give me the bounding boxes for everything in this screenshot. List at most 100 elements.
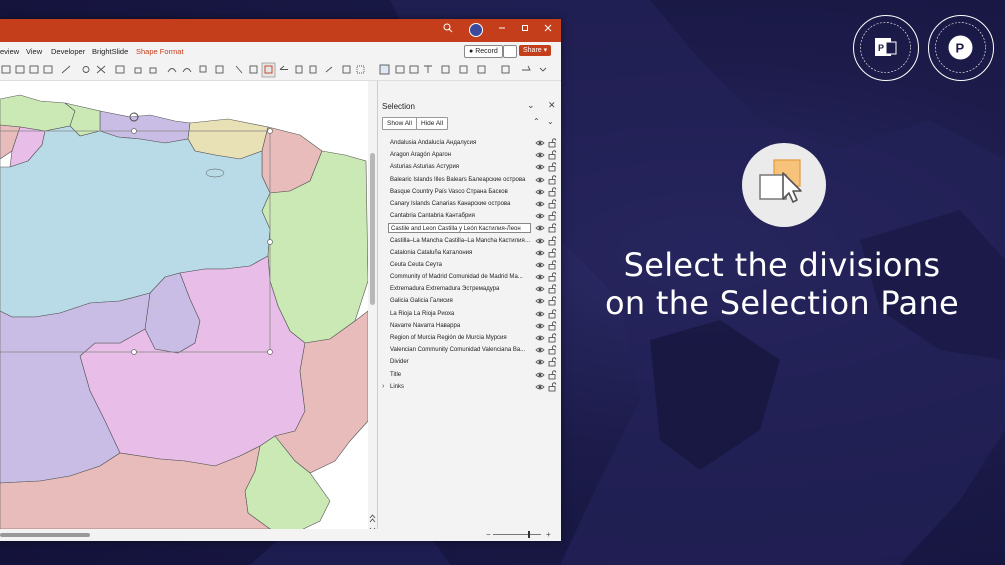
selection-list-item[interactable]: Community of Madrid Comunidad de Madrid … xyxy=(386,271,558,283)
avatar[interactable] xyxy=(469,23,483,37)
visibility-eye-icon[interactable] xyxy=(535,138,545,148)
ribbon-icons[interactable] xyxy=(0,60,561,80)
selection-item-label[interactable]: Galicia Galicia Галисия xyxy=(388,296,531,306)
lock-icon[interactable] xyxy=(548,260,557,270)
selection-list-item[interactable]: Asturias Asturias Астурия xyxy=(386,161,558,173)
selection-list-item[interactable]: Castilla–La Mancha Castilla–La Mancha Ка… xyxy=(386,235,558,247)
lock-icon[interactable] xyxy=(548,382,557,392)
send-backward-icon[interactable]: ⌄ xyxy=(547,117,554,126)
visibility-eye-icon[interactable] xyxy=(535,223,545,233)
close-pane-icon[interactable]: ✕ xyxy=(548,100,556,111)
selection-item-label[interactable]: Navarre Navarra Наварра xyxy=(388,321,531,331)
restore-icon[interactable] xyxy=(518,23,532,37)
spain-map[interactable] xyxy=(0,81,368,529)
tab-shape-format[interactable]: Shape Format xyxy=(136,47,184,56)
selection-item-label[interactable]: Title xyxy=(388,370,531,380)
visibility-eye-icon[interactable] xyxy=(535,321,545,331)
selection-item-label[interactable]: Links xyxy=(388,382,531,392)
record-button[interactable]: ● Record xyxy=(464,45,503,58)
selection-item-label[interactable]: Castile and Leon Castilla y León Кастили… xyxy=(388,223,531,234)
selection-item-label[interactable]: Divider xyxy=(388,357,531,367)
selection-item-label[interactable]: Catalonia Cataluña Каталония xyxy=(388,248,531,258)
selection-list-item[interactable]: Galicia Galicia Галисия xyxy=(386,295,558,307)
minimize-icon[interactable] xyxy=(495,23,509,37)
visibility-eye-icon[interactable] xyxy=(535,150,545,160)
selection-item-label[interactable]: Balearic Islands Illes Balears Балеарски… xyxy=(388,175,531,185)
visibility-eye-icon[interactable] xyxy=(535,211,545,221)
selection-list-item[interactable]: Extremadura Extremadura Эстремадура xyxy=(386,283,558,295)
selection-item-label[interactable]: Region of Murcia Región de Murcia Мурсия xyxy=(388,333,531,343)
visibility-eye-icon[interactable] xyxy=(535,309,545,319)
horizontal-scroll-thumb[interactable] xyxy=(0,533,90,537)
horizontal-scrollbar[interactable] xyxy=(0,529,368,541)
lock-icon[interactable] xyxy=(548,235,557,246)
lock-icon[interactable] xyxy=(548,321,557,331)
lock-icon[interactable] xyxy=(548,174,557,185)
search-icon[interactable] xyxy=(441,23,455,37)
lock-icon[interactable] xyxy=(548,369,557,380)
selection-list-item[interactable]: La Rioja La Rioja Риоха xyxy=(386,308,558,320)
selection-list-item[interactable]: › Links xyxy=(382,381,558,393)
lock-icon[interactable] xyxy=(548,272,557,282)
lock-icon[interactable] xyxy=(548,223,557,233)
tab-view[interactable]: View xyxy=(26,47,42,56)
lock-icon[interactable] xyxy=(548,150,557,160)
selection-item-label[interactable]: Ceuta Ceuta Сеута xyxy=(388,260,531,270)
lock-icon[interactable] xyxy=(548,187,557,197)
selection-list-item[interactable]: Andalusia Andalucía Андалусия xyxy=(386,137,558,149)
selection-list-item[interactable]: Castile and Leon Castilla y León Кастили… xyxy=(386,222,558,234)
visibility-eye-icon[interactable] xyxy=(535,162,545,172)
tab-brightslide[interactable]: BrightSlide xyxy=(92,47,128,56)
visibility-eye-icon[interactable] xyxy=(535,333,545,343)
selection-list-item[interactable]: Valencian Community Comunidad Valenciana… xyxy=(386,344,558,356)
tab-review[interactable]: eview xyxy=(0,47,19,56)
selection-item-label[interactable]: Extremadura Extremadura Эстремадура xyxy=(388,284,531,294)
visibility-eye-icon[interactable] xyxy=(535,272,545,282)
lock-icon[interactable] xyxy=(548,309,557,319)
tab-developer[interactable]: Developer xyxy=(51,47,85,56)
chevron-down-icon[interactable]: ⌄ xyxy=(527,100,535,111)
lock-icon[interactable] xyxy=(548,357,557,367)
selection-item-label[interactable]: Valencian Community Comunidad Valenciana… xyxy=(388,345,531,355)
expand-chevron-icon[interactable]: › xyxy=(382,381,384,393)
visibility-eye-icon[interactable] xyxy=(535,187,545,197)
visibility-eye-icon[interactable] xyxy=(535,260,545,270)
selection-list-item[interactable]: Catalonia Cataluña Каталония xyxy=(386,247,558,259)
selection-item-label[interactable]: Community of Madrid Comunidad de Madrid … xyxy=(388,272,531,282)
selection-list-item[interactable]: Aragon Aragón Арагон xyxy=(386,149,558,161)
selection-list-item[interactable]: Divider xyxy=(386,356,558,368)
visibility-eye-icon[interactable] xyxy=(535,284,545,294)
visibility-eye-icon[interactable] xyxy=(535,345,545,355)
lock-icon[interactable] xyxy=(548,211,557,221)
visibility-eye-icon[interactable] xyxy=(535,236,545,246)
visibility-eye-icon[interactable] xyxy=(535,296,545,306)
selection-list-item[interactable]: Title xyxy=(386,369,558,381)
selection-list-item[interactable]: Region of Murcia Región de Murcia Мурсия xyxy=(386,332,558,344)
hide-all-button[interactable]: Hide All xyxy=(416,117,449,130)
vertical-scroll-thumb[interactable] xyxy=(370,153,375,305)
visibility-eye-icon[interactable] xyxy=(535,382,545,392)
selection-item-label[interactable]: Andalusia Andalucía Андалусия xyxy=(388,138,531,148)
vertical-scrollbar[interactable] xyxy=(368,81,377,541)
lock-icon[interactable] xyxy=(548,345,557,355)
selection-list-item[interactable]: Ceuta Ceuta Сеута xyxy=(386,259,558,271)
comments-button[interactable] xyxy=(503,45,517,58)
visibility-eye-icon[interactable] xyxy=(535,175,545,185)
lock-icon[interactable] xyxy=(548,199,557,209)
zoom-in-icon[interactable]: + xyxy=(546,530,551,539)
selection-list-item[interactable]: Basque Country País Vasco Страна Басков xyxy=(386,186,558,198)
visibility-eye-icon[interactable] xyxy=(535,248,545,258)
lock-icon[interactable] xyxy=(548,138,557,148)
show-all-button[interactable]: Show All xyxy=(382,117,417,130)
selection-item-label[interactable]: Castilla–La Mancha Castilla–La Mancha Ка… xyxy=(388,236,531,246)
lock-icon[interactable] xyxy=(548,333,557,343)
slide-canvas[interactable] xyxy=(0,81,368,529)
selection-item-label[interactable]: La Rioja La Rioja Риоха xyxy=(388,309,531,319)
selection-item-label[interactable]: Canary Islands Canarias Канарские остров… xyxy=(388,199,531,209)
selection-item-label[interactable]: Asturias Asturias Астурия xyxy=(388,162,531,172)
lock-icon[interactable] xyxy=(548,284,557,294)
zoom-slider[interactable] xyxy=(493,534,541,535)
bring-forward-icon[interactable]: ⌃ xyxy=(533,117,540,126)
zoom-slider-thumb[interactable] xyxy=(528,531,530,538)
lock-icon[interactable] xyxy=(548,248,557,258)
